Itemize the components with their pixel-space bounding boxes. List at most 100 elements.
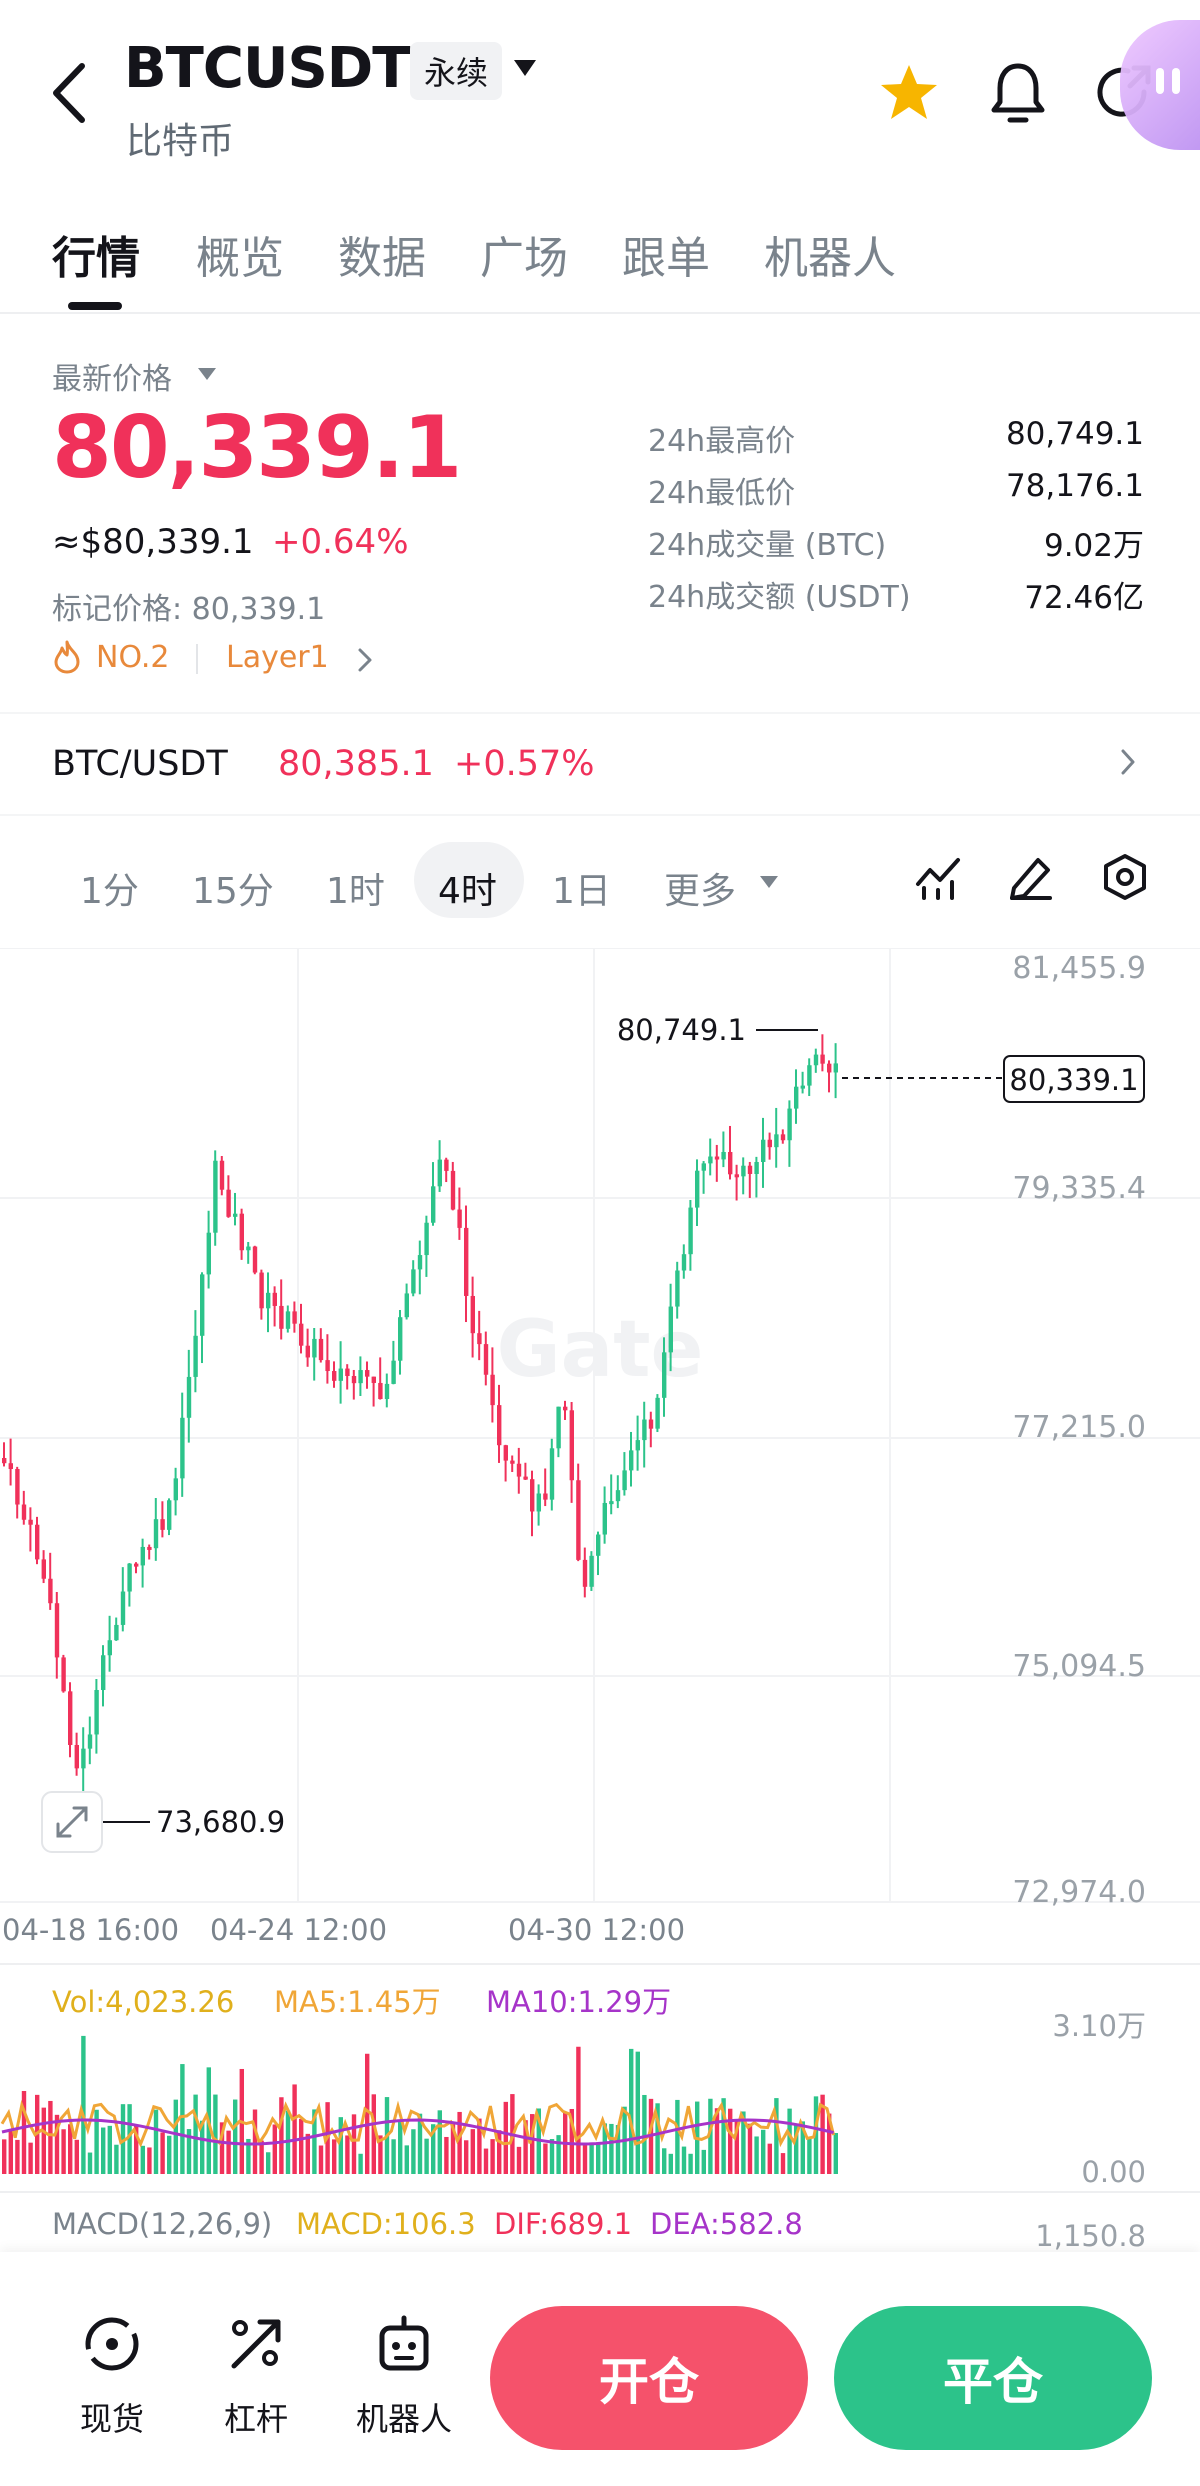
- caret-down-icon[interactable]: [758, 874, 780, 890]
- volume-bar: [747, 2123, 753, 2174]
- leverage-icon[interactable]: [224, 2312, 288, 2376]
- bots-label[interactable]: 机器人: [334, 2394, 474, 2440]
- stat-24h-low-value: 78,176.1: [1005, 468, 1144, 504]
- candle-body: [708, 1156, 713, 1164]
- latest-price-label[interactable]: 最新价格: [52, 354, 172, 398]
- interval-1d[interactable]: 1日: [552, 862, 611, 914]
- candle-body: [417, 1255, 423, 1270]
- candle-body: [398, 1317, 403, 1361]
- candle-body: [701, 1163, 706, 1171]
- candle-body: [490, 1374, 495, 1406]
- candle-body: [252, 1246, 258, 1273]
- volume-bar: [41, 2107, 46, 2174]
- assistant-icon[interactable]: [1148, 62, 1188, 102]
- candle-body: [101, 1655, 106, 1691]
- volume-bar: [153, 2109, 159, 2174]
- candle-body: [695, 1170, 700, 1208]
- robot-icon[interactable]: [372, 2312, 436, 2376]
- sector-tag[interactable]: Layer1: [226, 640, 329, 675]
- candle-body: [827, 1063, 832, 1073]
- volume-bar: [549, 2139, 555, 2174]
- stat-24h-volume-label: 24h成交量 (BTC): [648, 528, 887, 563]
- tab-market[interactable]: 行情: [52, 222, 140, 286]
- candle-body: [193, 1335, 198, 1377]
- candle-body: [549, 1448, 555, 1500]
- candle-body: [351, 1376, 357, 1384]
- volume-bar: [424, 2138, 429, 2174]
- volume-bar: [464, 2140, 469, 2174]
- price-tick-label: 81,455.9: [1012, 951, 1146, 986]
- candle-body: [437, 1159, 442, 1187]
- candle-body: [464, 1227, 469, 1296]
- spot-label[interactable]: 现货: [42, 2394, 182, 2440]
- tab-bots[interactable]: 机器人: [764, 222, 896, 286]
- pair-title[interactable]: BTCUSDT: [124, 36, 410, 101]
- candle-body: [173, 1478, 178, 1501]
- candlestick-chart[interactable]: Gate 81,455.9 79,335.4 77,215.0 75,094.5…: [0, 948, 1200, 2252]
- volume-bar: [728, 2108, 733, 2174]
- interval-1m[interactable]: 1分: [80, 862, 139, 914]
- volume-bar: [503, 2101, 508, 2174]
- candle-body: [365, 1370, 370, 1377]
- stat-24h-turnover-value: 72.46亿: [1024, 580, 1144, 616]
- spot-pair-label[interactable]: BTC/USDT: [52, 744, 228, 784]
- interval-15m[interactable]: 15分: [192, 862, 274, 914]
- volume-label: Vol:4,023.26: [52, 1985, 234, 2019]
- tab-overview[interactable]: 概览: [196, 222, 284, 286]
- caret-down-icon[interactable]: [196, 366, 218, 382]
- candle-body: [523, 1476, 528, 1480]
- draw-pen-icon[interactable]: [1006, 852, 1056, 902]
- interval-more[interactable]: 更多: [664, 862, 736, 914]
- candle-body: [576, 1480, 581, 1560]
- candle-body: [609, 1501, 614, 1505]
- candle-body: [147, 1546, 152, 1550]
- chevron-right-icon[interactable]: [1118, 746, 1138, 778]
- candle-body: [378, 1382, 383, 1400]
- tab-square[interactable]: 广场: [480, 222, 568, 286]
- open-position-button[interactable]: 开仓: [490, 2306, 808, 2450]
- candle-body: [813, 1054, 819, 1066]
- candle-body: [662, 1352, 667, 1398]
- candle-body: [160, 1519, 165, 1530]
- stat-24h-high-value: 80,749.1: [1005, 416, 1144, 452]
- close-position-button[interactable]: 平仓: [834, 2306, 1152, 2450]
- price-tick-label: 79,335.4: [1012, 1171, 1146, 1206]
- tab-data[interactable]: 数据: [338, 222, 426, 286]
- volume-bar: [490, 2139, 495, 2174]
- chart-settings-icon[interactable]: [1100, 852, 1150, 902]
- candle-body: [74, 1744, 79, 1769]
- candle-body: [596, 1534, 601, 1556]
- spot-swap-icon[interactable]: [80, 2312, 144, 2376]
- indicator-icon[interactable]: [914, 852, 964, 902]
- volume-bar: [761, 2129, 766, 2174]
- tab-copy-trading[interactable]: 跟单: [622, 222, 710, 286]
- volume-bar: [596, 2143, 601, 2174]
- interval-1h[interactable]: 1时: [326, 862, 385, 914]
- volume-bar: [444, 2136, 449, 2174]
- candle-body: [272, 1292, 277, 1306]
- back-arrow-icon[interactable]: [44, 58, 94, 128]
- candle-body: [450, 1170, 456, 1210]
- chevron-right-icon[interactable]: [356, 646, 374, 674]
- stat-24h-volume-value: 9.02万: [1043, 528, 1144, 564]
- volume-bar: [662, 2148, 667, 2174]
- volume-bar: [543, 2143, 548, 2174]
- caret-down-icon[interactable]: [512, 58, 538, 78]
- volume-bar: [61, 2129, 66, 2174]
- volume-bar: [193, 2094, 198, 2174]
- candle-body: [8, 1463, 13, 1470]
- candle-body: [807, 1065, 812, 1086]
- candle-body: [747, 1165, 753, 1174]
- time-tick-label: 04-24 12:00: [210, 1913, 387, 1947]
- favorite-star-icon[interactable]: [878, 62, 940, 124]
- leverage-label[interactable]: 杠杆: [186, 2394, 326, 2440]
- volume-bar: [81, 2035, 86, 2174]
- bell-icon[interactable]: [988, 60, 1048, 126]
- volume-bar: [470, 2129, 475, 2174]
- rank-badge[interactable]: NO.2: [96, 640, 169, 675]
- contract-type-badge[interactable]: 永续: [410, 42, 503, 100]
- interval-4h[interactable]: 4时: [438, 862, 497, 914]
- candle-body: [536, 1493, 541, 1512]
- spot-price: 80,385.1: [278, 744, 434, 784]
- candle-body: [345, 1368, 350, 1377]
